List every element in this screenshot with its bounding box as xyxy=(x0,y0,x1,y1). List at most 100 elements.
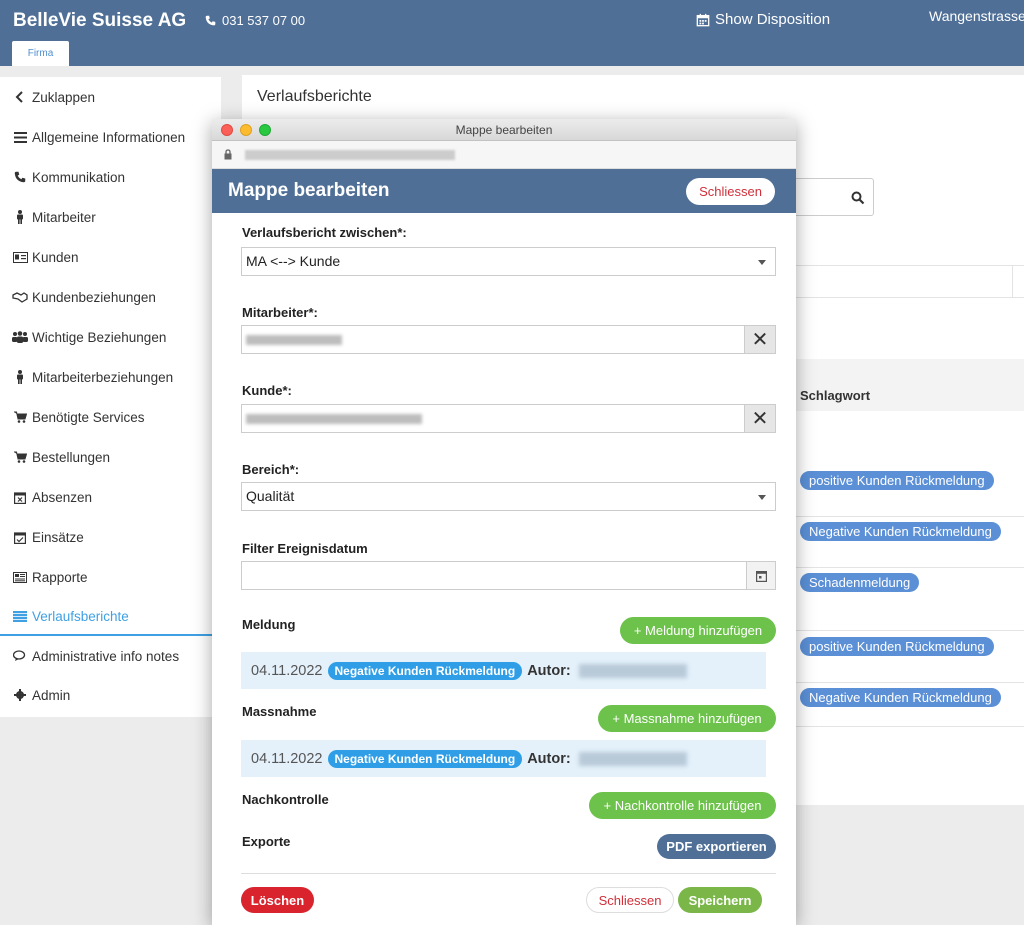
add-meldung-button[interactable]: + Meldung hinzufügen xyxy=(620,617,776,644)
meldung-entry[interactable]: 04.11.2022 Negative Kunden Rückmeldung A… xyxy=(241,652,766,689)
meldung-label: Meldung xyxy=(242,617,296,632)
brand-name: BelleVie Suisse AG xyxy=(13,10,187,31)
divider xyxy=(241,873,776,874)
entry-autor-label: Autor: xyxy=(527,662,571,679)
tag-badge: Negative Kunden Rückmeldung xyxy=(800,522,1001,541)
clear-icon[interactable]: ✕ xyxy=(744,405,775,432)
kunde-field[interactable]: ✕ xyxy=(241,404,776,433)
sidebar-item-allgemeine-informationen[interactable]: Allgemeine Informationen xyxy=(0,117,221,157)
massnahme-entry[interactable]: 04.11.2022 Negative Kunden Rückmeldung A… xyxy=(241,740,766,777)
sidebar-item-absenzen[interactable]: Absenzen xyxy=(0,477,221,517)
pdf-export-button[interactable]: PDF exportieren xyxy=(657,834,776,859)
bereich-value: Qualität xyxy=(246,488,295,504)
sidebar-item-label: Allgemeine Informationen xyxy=(32,129,186,145)
calendar-icon[interactable] xyxy=(746,562,775,589)
clear-icon[interactable]: ✕ xyxy=(744,326,775,353)
nachkontrolle-label: Nachkontrolle xyxy=(242,792,329,807)
url-bar[interactable] xyxy=(212,141,796,169)
show-disposition-link[interactable]: Show Disposition xyxy=(696,11,830,28)
entry-date: 04.11.2022 xyxy=(251,750,323,767)
sidebar-item-rapporte[interactable]: Rapporte xyxy=(0,557,221,597)
verlaufsbericht-select[interactable]: MA <--> Kunde xyxy=(241,247,776,276)
sidebar-item-mitarbeiter[interactable]: Mitarbeiter xyxy=(0,197,221,237)
redacted-value xyxy=(246,414,422,424)
cart-icon xyxy=(10,451,30,463)
sidebar-item-label: Kunden xyxy=(32,249,79,265)
mitarbeiter-label: Mitarbeiter*: xyxy=(242,305,318,320)
entry-date: 04.11.2022 xyxy=(251,662,323,679)
sidebar-item-bestellungen[interactable]: Bestellungen xyxy=(0,437,221,477)
sidebar-item-administrative-info-notes[interactable]: Administrative info notes xyxy=(0,636,221,676)
sidebar-item-verlaufsberichte[interactable]: Verlaufsberichte xyxy=(0,596,221,636)
sidebar-item-zuklappen[interactable]: Zuklappen xyxy=(0,77,221,117)
gear-icon xyxy=(10,689,30,701)
phone-icon xyxy=(10,171,30,183)
sidebar-item-wichtige-beziehungen[interactable]: Wichtige Beziehungen xyxy=(0,317,221,357)
save-button[interactable]: Speichern xyxy=(678,887,762,913)
bereich-label: Bereich*: xyxy=(242,462,300,477)
verlaufsbericht-value: MA <--> Kunde xyxy=(246,253,341,269)
redacted-author xyxy=(578,751,687,766)
redacted-author xyxy=(578,663,687,678)
sidebar-item-kundenbeziehungen[interactable]: Kundenbeziehungen xyxy=(0,277,221,317)
massnahme-label: Massnahme xyxy=(242,704,317,719)
lock-icon xyxy=(224,149,232,160)
sidebar-item-label: Kommunikation xyxy=(32,169,126,185)
minimize-window-button[interactable] xyxy=(240,124,252,136)
sidebar-item-mitarbeiterbeziehungen[interactable]: Mitarbeiterbeziehungen xyxy=(0,357,221,397)
list-icon xyxy=(10,131,30,143)
top-bar: BelleVie Suisse AG 031 537 07 00 Show Di… xyxy=(0,0,1024,66)
sidebar-item-label: Mitarbeiterbeziehungen xyxy=(32,369,174,385)
row-divider xyxy=(795,726,1024,727)
close-button[interactable]: Schliessen xyxy=(686,178,775,205)
entry-tag: Negative Kunden Rückmeldung xyxy=(327,661,523,680)
sidebar-item-label: Bestellungen xyxy=(32,449,111,465)
handshake-icon xyxy=(10,291,30,303)
row-divider xyxy=(795,567,1024,568)
close-window-button[interactable] xyxy=(221,124,233,136)
kunde-label: Kunde*: xyxy=(242,383,292,398)
sidebar-item-einsaetze[interactable]: Einsätze xyxy=(0,517,221,557)
sidebar-item-label: Einsätze xyxy=(32,529,84,545)
sidebar-item-label: Kundenbeziehungen xyxy=(32,289,156,305)
tab-firma[interactable]: Firma xyxy=(12,41,69,66)
row-divider xyxy=(795,630,1024,631)
entry-tag: Negative Kunden Rückmeldung xyxy=(327,749,523,768)
tag-badge: positive Kunden Rückmeldung xyxy=(800,637,994,656)
search-icon[interactable] xyxy=(851,191,865,205)
sidebar-item-label: Admin xyxy=(32,687,71,703)
phone-number: 031 537 07 00 xyxy=(205,13,305,28)
add-massnahme-button[interactable]: + Massnahme hinzufügen xyxy=(598,705,776,732)
bereich-select[interactable]: Qualität xyxy=(241,482,776,511)
sidebar-item-admin[interactable]: Admin xyxy=(0,675,221,715)
caret-down-icon xyxy=(758,260,766,265)
modal-window: Mappe bearbeiten Mappe bearbeiten Schlie… xyxy=(212,119,796,925)
filter-ereignisdatum-field[interactable] xyxy=(241,561,776,590)
tag-badge: Schadenmeldung xyxy=(800,573,920,592)
sidebar-item-label: Absenzen xyxy=(32,489,93,505)
users-icon xyxy=(10,331,30,343)
sidebar-item-label: Zuklappen xyxy=(32,89,96,105)
entry-autor-label: Autor: xyxy=(527,750,571,767)
sidebar-item-label: Wichtige Beziehungen xyxy=(32,329,167,345)
zoom-window-button[interactable] xyxy=(259,124,271,136)
calendar-check-icon xyxy=(10,531,30,544)
sidebar-item-kommunikation[interactable]: Kommunikation xyxy=(0,157,221,197)
modal-title: Mappe bearbeiten xyxy=(228,180,390,201)
delete-button[interactable]: Löschen xyxy=(241,887,314,913)
add-nachkontrolle-button[interactable]: + Nachkontrolle hinzufügen xyxy=(589,792,776,819)
mitarbeiter-field[interactable]: ✕ xyxy=(241,325,776,354)
modal-header: Mappe bearbeiten Schliessen xyxy=(212,169,796,213)
chevron-left-icon xyxy=(10,91,30,103)
redacted-value xyxy=(246,335,342,345)
sidebar: Zuklappen Allgemeine Informationen Kommu… xyxy=(0,77,240,717)
sidebar-item-label: Administrative info notes xyxy=(32,648,180,664)
sidebar-item-benoetigte-services[interactable]: Benötigte Services xyxy=(0,397,221,437)
calendar-x-icon xyxy=(10,491,30,504)
column-header-schlagwort: Schlagwort xyxy=(800,388,871,403)
calendar-icon xyxy=(696,13,710,26)
id-card-icon xyxy=(10,251,30,263)
sidebar-item-kunden[interactable]: Kunden xyxy=(0,237,221,277)
show-disposition-label: Show Disposition xyxy=(715,11,831,28)
close-button-footer[interactable]: Schliessen xyxy=(586,887,674,913)
